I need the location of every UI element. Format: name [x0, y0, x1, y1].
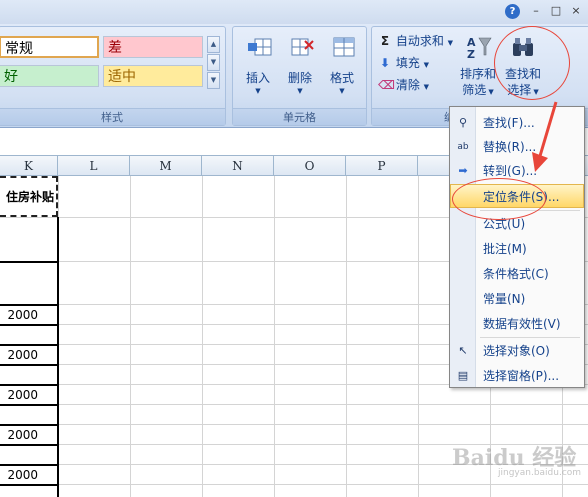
cell-k-value[interactable]: 2000 — [0, 308, 58, 322]
selection-pane-icon: ▤ — [457, 369, 469, 382]
annotation-arrow-icon — [532, 101, 558, 172]
menu-item-comments[interactable]: 批注(M) — [450, 237, 584, 261]
styles-scroll-up-icon[interactable]: ▲ — [207, 36, 220, 53]
delete-label: 删除 — [287, 71, 312, 85]
cell-k-value[interactable]: 2000 — [0, 468, 58, 482]
styles-group-label: 样式 — [0, 108, 225, 125]
styles-more-icon[interactable]: ▼ — [207, 72, 220, 89]
style-normal[interactable]: 常规 — [0, 36, 99, 58]
style-neutral[interactable]: 适中 — [103, 65, 203, 87]
menu-item-constants[interactable]: 常量(N) — [450, 287, 584, 311]
format-cells-icon — [333, 37, 355, 57]
styles-scroll-down-icon[interactable]: ▼ — [207, 54, 220, 71]
goto-arrow-icon: ➡ — [458, 164, 468, 177]
eraser-icon: ⌫ — [378, 78, 395, 92]
insert-label: 插入 — [245, 71, 270, 85]
styles-group: 常规 差 好 适中 ▲ ▼ ▼ 样式 — [0, 26, 226, 126]
autosum-button[interactable]: Σ 自动求和 ▼ — [378, 31, 453, 51]
clear-button[interactable]: ⌫ 清除 ▼ — [378, 75, 429, 95]
cell-k-value[interactable]: 2000 — [0, 348, 58, 362]
menu-item-data-validation[interactable]: 数据有效性(V) — [450, 312, 584, 336]
chevron-down-icon: ▼ — [255, 87, 261, 95]
insert-cells-icon — [248, 38, 272, 56]
sort-filter-label-2: 筛选 ▼ — [462, 83, 494, 97]
fill-button[interactable]: ⬇ 填充 ▼ — [378, 53, 429, 73]
cell-k-header[interactable]: 住房补贴 — [0, 188, 54, 205]
style-bad[interactable]: 差 — [103, 36, 203, 58]
binoculars-icon: ⚲ — [458, 116, 468, 129]
chevron-down-icon: ▼ — [297, 87, 303, 95]
column-header-l[interactable]: L — [58, 156, 130, 176]
chevron-down-icon: ▼ — [339, 87, 345, 95]
autosum-label: 自动求和 — [395, 34, 444, 48]
format-button[interactable]: 格式 ▼ — [321, 31, 363, 107]
menu-item-conditional-formatting[interactable]: 条件格式(C) — [450, 262, 584, 286]
close-icon[interactable]: × — [568, 3, 584, 19]
chevron-down-icon: ▼ — [423, 83, 430, 91]
delete-cells-icon — [291, 38, 314, 56]
fill-label: 填充 — [395, 56, 420, 70]
replace-icon: ab — [457, 142, 469, 152]
insert-button[interactable]: 插入 ▼ — [237, 31, 279, 107]
menu-item-selection-pane[interactable]: ▤ 选择窗格(P)... — [450, 364, 584, 388]
annotation-circle-find-select — [494, 26, 570, 100]
baidu-watermark-url: jingyan.baidu.com — [498, 468, 582, 478]
column-header-p[interactable]: P — [346, 156, 418, 176]
column-header-n[interactable]: N — [202, 156, 274, 176]
menu-item-select-objects[interactable]: ↖ 选择对象(O) — [450, 339, 584, 363]
cells-group: 插入 ▼ 删除 ▼ 格式 ▼ 单元格 — [232, 26, 367, 126]
format-label: 格式 — [329, 71, 354, 85]
clear-label: 清除 — [395, 78, 420, 92]
column-header-k[interactable]: K — [0, 156, 58, 176]
cells-group-label: 单元格 — [233, 108, 366, 125]
chevron-down-icon: ▼ — [423, 61, 430, 69]
help-icon[interactable]: ? — [505, 4, 520, 19]
chevron-down-icon: ▼ — [447, 39, 454, 47]
title-bar: ? – □ × — [0, 0, 588, 24]
annotation-circle-go-to-special — [452, 178, 546, 220]
sigma-icon: Σ — [380, 34, 390, 48]
sort-filter-icon: A Z — [467, 36, 492, 59]
minimize-icon[interactable]: – — [528, 3, 544, 19]
find-select-menu: ⚲ 查找(F)... ab 替换(R)... ➡ 转到(G)... 定位条件(S… — [449, 106, 585, 388]
delete-button[interactable]: 删除 ▼ — [279, 31, 321, 107]
sort-filter-button[interactable]: A Z 排序和 筛选 ▼ — [456, 31, 500, 107]
svg-text:Z: Z — [467, 48, 475, 59]
select-objects-icon: ↖ — [458, 344, 468, 357]
column-header-m[interactable]: M — [130, 156, 202, 176]
cell-k-value[interactable]: 2000 — [0, 428, 58, 442]
style-good[interactable]: 好 — [0, 65, 99, 87]
column-header-o[interactable]: O — [274, 156, 346, 176]
restore-icon[interactable]: □ — [548, 3, 564, 19]
fill-down-icon: ⬇ — [379, 56, 391, 70]
cell-k-value[interactable]: 2000 — [0, 388, 58, 402]
menu-separator — [480, 337, 580, 338]
